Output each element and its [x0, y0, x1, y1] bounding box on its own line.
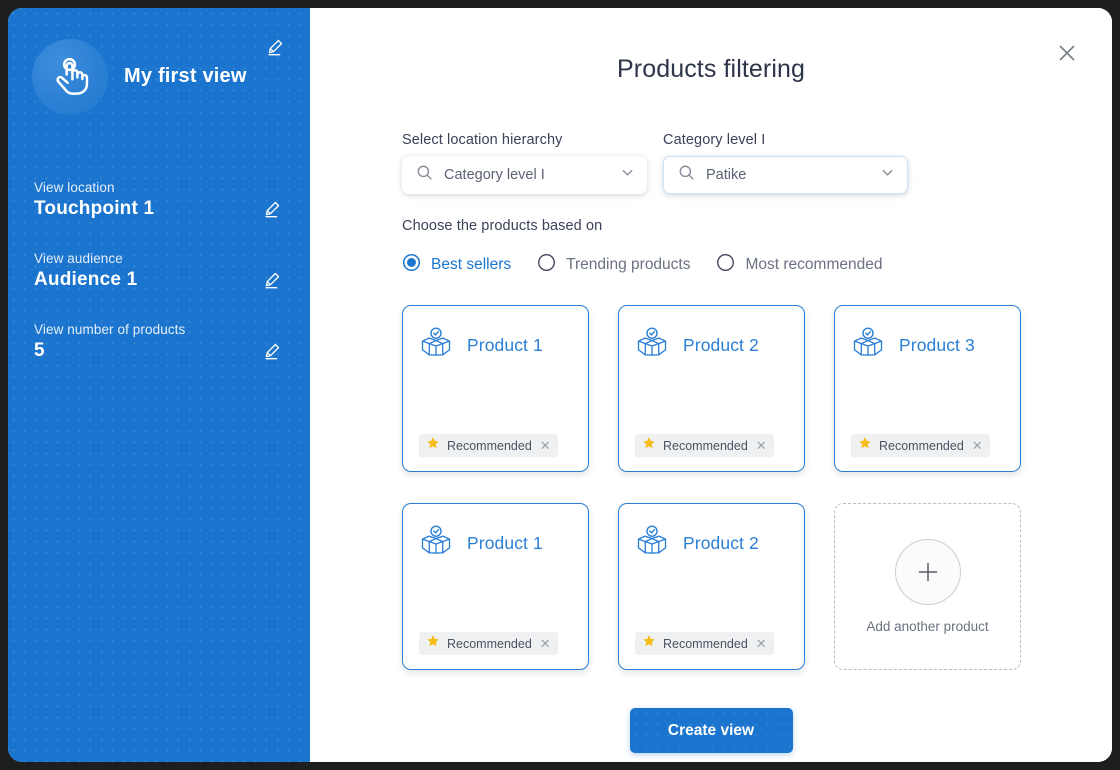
- product-card-header: Product 1: [419, 326, 572, 365]
- radio-group: Best sellers Trending products Most reco…: [402, 253, 1112, 277]
- radio-label-most-recommended: Most recommended: [745, 256, 883, 273]
- radio-label-trending-products: Trending products: [566, 256, 691, 273]
- remove-tag-button[interactable]: ✕: [539, 439, 551, 452]
- recommended-tag-text: Recommended: [447, 636, 532, 651]
- sidebar-field-audience: View audience Audience 1: [8, 251, 310, 291]
- recommended-tag-text: Recommended: [447, 438, 532, 453]
- category-level-field-group: Category level I Patike: [663, 132, 908, 194]
- remove-tag-button[interactable]: ✕: [971, 439, 983, 452]
- plus-icon: [894, 539, 961, 605]
- product-box-icon: [635, 524, 669, 563]
- star-icon: [642, 634, 656, 653]
- add-another-product-card[interactable]: Add another product: [834, 503, 1021, 670]
- main-panel: Products filtering Select location hiera…: [310, 8, 1112, 762]
- filter-form: Select location hierarchy Category level…: [310, 132, 1112, 753]
- product-name: Product 2: [683, 533, 759, 553]
- recommended-tag: Recommended ✕: [635, 632, 774, 655]
- sidebar-fields: View location Touchpoint 1 View audience…: [8, 120, 310, 362]
- close-dialog-button[interactable]: [1052, 38, 1082, 68]
- star-icon: [642, 436, 656, 455]
- sidebar-header: My first view: [8, 8, 310, 120]
- product-card[interactable]: Product 2 Recommended ✕: [618, 305, 805, 472]
- radio-selected-icon: [402, 253, 421, 277]
- select-fields-row: Select location hierarchy Category level…: [402, 132, 1112, 194]
- location-hierarchy-field-group: Select location hierarchy Category level…: [402, 132, 647, 194]
- sidebar-field-value: Audience 1: [34, 269, 138, 290]
- recommended-tag-text: Recommended: [663, 636, 748, 651]
- pencil-icon: [262, 201, 281, 222]
- chevron-down-icon[interactable]: [880, 165, 895, 185]
- product-card-header: Product 1: [419, 524, 572, 563]
- product-box-icon: [851, 326, 885, 365]
- radio-unselected-icon: [537, 253, 556, 277]
- pencil-icon: [262, 343, 281, 364]
- sidebar-field-number-of-products: View number of products 5: [8, 322, 310, 362]
- product-card[interactable]: Product 1 Recommended ✕: [402, 503, 589, 670]
- radio-best-sellers[interactable]: Best sellers: [402, 253, 511, 277]
- sidebar-field-value: 5: [34, 340, 45, 361]
- product-grid: Product 1 Recommended ✕ Product 2 Recomm…: [402, 305, 1021, 670]
- category-level-label: Category level I: [663, 132, 766, 148]
- page-title: Products filtering: [617, 55, 805, 83]
- recommended-tag: Recommended ✕: [635, 434, 774, 457]
- sidebar-field-location: View location Touchpoint 1: [8, 180, 310, 220]
- sidebar-field-label: View location: [34, 180, 115, 195]
- product-card[interactable]: Product 3 Recommended ✕: [834, 305, 1021, 472]
- product-box-icon: [419, 524, 453, 563]
- product-name: Product 1: [467, 533, 543, 553]
- edit-number-of-products-button[interactable]: [262, 342, 281, 361]
- remove-tag-button[interactable]: ✕: [755, 439, 767, 452]
- recommended-tag-text: Recommended: [663, 438, 748, 453]
- star-icon: [426, 436, 440, 455]
- location-hierarchy-value: Category level I: [444, 167, 545, 183]
- chevron-down-icon[interactable]: [620, 165, 635, 185]
- product-card-header: Product 2: [635, 326, 788, 365]
- edit-view-title-button[interactable]: [265, 38, 284, 57]
- product-card-header: Product 2: [635, 524, 788, 563]
- close-icon: [1056, 45, 1078, 67]
- location-hierarchy-label: Select location hierarchy: [402, 132, 563, 148]
- view-title: My first view: [124, 65, 247, 87]
- product-name: Product 2: [683, 335, 759, 355]
- edit-location-button[interactable]: [262, 200, 281, 219]
- category-level-select[interactable]: Patike: [663, 156, 908, 194]
- touch-gesture-icon: [32, 38, 108, 115]
- dialog-footer: Create view: [402, 708, 1112, 753]
- recommended-tag: Recommended ✕: [851, 434, 990, 457]
- product-name: Product 1: [467, 335, 543, 355]
- radio-group-label: Choose the products based on: [402, 218, 603, 234]
- sidebar-field-label: View audience: [34, 251, 123, 266]
- recommended-tag-text: Recommended: [879, 438, 964, 453]
- radio-label-best-sellers: Best sellers: [431, 256, 512, 273]
- product-box-icon: [419, 326, 453, 365]
- app-window: My first view View location Touchpoint 1: [8, 8, 1112, 762]
- star-icon: [426, 634, 440, 653]
- recommended-tag: Recommended ✕: [419, 632, 558, 655]
- radio-trending-products[interactable]: Trending products: [537, 253, 690, 277]
- sidebar-field-value: Touchpoint 1: [34, 198, 155, 219]
- search-icon: [416, 164, 433, 186]
- remove-tag-button[interactable]: ✕: [539, 637, 551, 650]
- pencil-icon: [262, 272, 281, 293]
- recommended-tag: Recommended ✕: [419, 434, 558, 457]
- search-icon: [678, 164, 695, 186]
- star-icon: [858, 436, 872, 455]
- product-card[interactable]: Product 2 Recommended ✕: [618, 503, 805, 670]
- radio-unselected-icon: [716, 253, 735, 277]
- product-card[interactable]: Product 1 Recommended ✕: [402, 305, 589, 472]
- sidebar: My first view View location Touchpoint 1: [8, 8, 310, 762]
- product-box-icon: [635, 326, 669, 365]
- add-another-product-label: Add another product: [866, 619, 989, 634]
- category-level-value: Patike: [706, 167, 747, 183]
- create-view-button[interactable]: Create view: [629, 708, 793, 753]
- pencil-icon: [265, 39, 284, 60]
- location-hierarchy-select[interactable]: Category level I: [402, 156, 647, 194]
- remove-tag-button[interactable]: ✕: [755, 637, 767, 650]
- product-name: Product 3: [899, 335, 975, 355]
- edit-audience-button[interactable]: [262, 271, 281, 290]
- radio-most-recommended[interactable]: Most recommended: [716, 253, 882, 277]
- sidebar-field-label: View number of products: [34, 322, 186, 337]
- product-card-header: Product 3: [851, 326, 1004, 365]
